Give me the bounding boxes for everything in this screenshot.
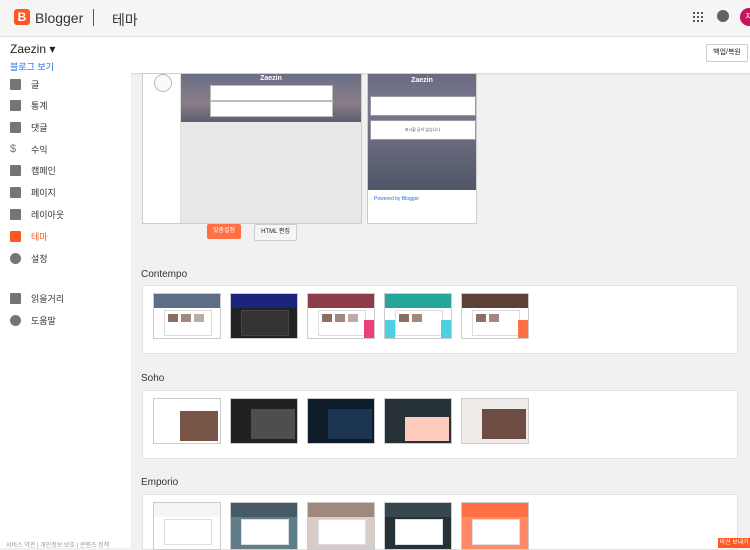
notification-icon[interactable] [717,10,729,22]
preview-post-box [210,101,333,117]
dollar-icon: $ [10,143,17,155]
bookmark-icon [10,293,21,304]
profile-icon [154,74,172,92]
theme-thumbnail[interactable] [384,293,452,339]
sidebar-item-label: 글 [31,80,40,90]
section-title-contempo: Contempo [141,269,188,280]
sidebar-item-label: 통계 [31,101,48,111]
blog-title: Zaezin [10,42,47,56]
blog-selector[interactable]: Zaezin ▾ [10,42,55,56]
view-blog-link[interactable]: 블로그 보기 [10,60,54,73]
main-content: Zaezin Zaezin 표시할 글이 없습니다. Powered by Bl… [131,73,750,550]
powered-by-blogger: Powered by Blogger [374,196,420,202]
edit-html-button[interactable]: HTML 편집 [254,224,297,241]
sidebar-item-comments[interactable]: 댓글 [10,121,48,137]
theme-thumbnail[interactable] [230,398,298,444]
divider [93,9,94,26]
backup-restore-button[interactable]: 백업/복원 [706,44,748,62]
app-name[interactable]: Blogger [35,10,83,26]
pages-icon [10,187,21,198]
theme-thumbnail[interactable] [461,502,529,550]
mobile-empty-message: 표시할 글이 없습니다. [370,120,476,140]
theme-strip-emporio [142,494,738,550]
campaign-icon [10,165,21,176]
sidebar-item-stats[interactable]: 통계 [10,99,48,115]
help-icon [10,315,21,326]
sidebar-item-label: 테마 [31,232,48,242]
sidebar-item-theme[interactable]: 테마 [10,230,48,246]
preview-title: Zaezin [260,75,282,82]
sidebar-item-reading-list[interactable]: 읽을거리 [10,292,64,308]
page-title: 테마 [112,12,138,28]
sidebar-item-posts[interactable]: 글 [10,78,39,94]
sidebar-item-label: 도움말 [31,316,56,326]
layout-icon [10,209,21,220]
blog-header-bar [0,37,750,73]
sidebar-item-label: 레이아웃 [31,210,65,220]
sidebar-item-earnings[interactable]: $ 수익 [10,143,48,159]
theme-thumbnail[interactable] [230,293,298,339]
preview-body [181,122,361,223]
theme-thumbnail[interactable] [153,398,221,444]
theme-thumbnail[interactable] [461,293,529,339]
sidebar-item-help[interactable]: 도움말 [10,314,56,330]
apps-grid-icon[interactable] [693,12,703,22]
theme-thumbnail[interactable] [153,293,221,339]
sidebar-item-layout[interactable]: 레이아웃 [10,208,64,224]
preview-search-box [210,85,333,101]
sidebar-item-label: 수익 [31,145,48,155]
mobile-preview-box [370,96,476,116]
sidebar-item-label: 댓글 [31,123,48,133]
customize-button[interactable]: 맞춤설정 [207,224,241,239]
sidebar-item-label: 페이지 [31,188,56,198]
stats-icon [10,100,21,111]
sidebar-item-settings[interactable]: 설정 [10,252,48,268]
theme-thumbnail[interactable] [230,502,298,550]
theme-thumbnail[interactable] [307,502,375,550]
theme-strip-contempo [142,285,738,354]
section-title-soho: Soho [141,373,165,384]
desktop-preview[interactable]: Zaezin [142,73,362,224]
theme-thumbnail[interactable] [384,502,452,550]
theme-strip-soho [142,390,738,459]
sidebar-item-label: 캠페인 [31,166,56,176]
comments-icon [10,122,21,133]
sidebar-item-pages[interactable]: 페이지 [10,186,56,202]
sidebar-item-campaigns[interactable]: 캠페인 [10,164,56,180]
sidebar-item-label: 설정 [31,254,48,264]
theme-thumbnail[interactable] [307,293,375,339]
preview-sidebar [143,74,181,223]
sidebar-item-label: 읽을거리 [31,294,65,304]
theme-icon [10,231,21,242]
gear-icon [10,253,21,264]
theme-thumbnail[interactable] [384,398,452,444]
theme-thumbnail[interactable] [307,398,375,444]
theme-thumbnail[interactable] [153,502,221,550]
feedback-button[interactable]: 의견 보내기 [718,538,750,548]
avatar[interactable]: 자 [740,8,750,26]
section-title-emporio: Emporio [141,477,179,488]
theme-thumbnail[interactable] [461,398,529,444]
mobile-preview[interactable]: Zaezin 표시할 글이 없습니다. Powered by Blogger [367,73,477,224]
mobile-preview-title: Zaezin [411,77,433,84]
blogger-logo-icon[interactable]: B [14,9,30,25]
top-bar: B Blogger 테마 자 [0,0,750,37]
posts-icon [10,79,21,90]
